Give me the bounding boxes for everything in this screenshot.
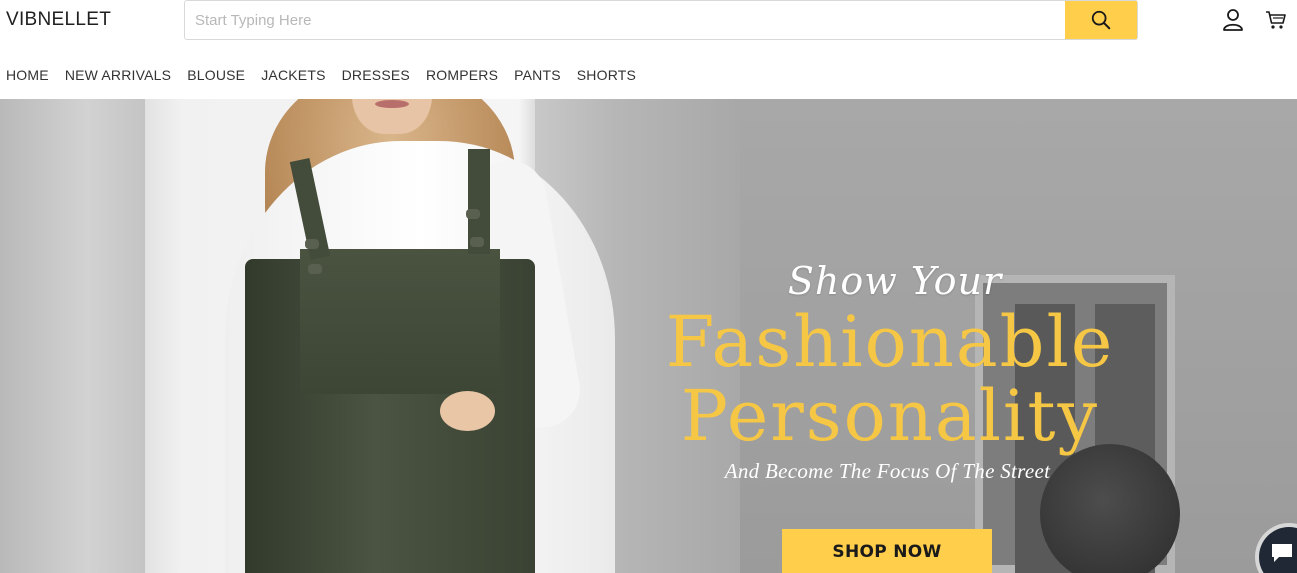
model-hand xyxy=(440,391,495,431)
search-input[interactable] xyxy=(185,1,1065,39)
cart-icon xyxy=(1266,11,1286,29)
hero-heading-line2: Personality xyxy=(680,375,1100,457)
overall-button xyxy=(466,209,480,219)
overall-button xyxy=(308,264,322,274)
site-header: VIBNELLET HOME NEW ARRIVALS BLOUSE JACKE… xyxy=(0,0,1297,99)
cart-button[interactable] xyxy=(1264,8,1288,32)
background-pillar xyxy=(0,99,145,573)
nav-item-blouse[interactable]: BLOUSE xyxy=(187,67,245,83)
shop-now-button[interactable]: SHOP NOW xyxy=(782,529,992,573)
nav-item-pants[interactable]: PANTS xyxy=(514,67,561,83)
site-logo[interactable]: VIBNELLET xyxy=(6,9,111,31)
hero-heading: Fashionable Personality xyxy=(640,305,1140,453)
model-lips xyxy=(375,100,409,108)
hero-banner[interactable]: Show Your Fashionable Personality And Be… xyxy=(0,99,1297,573)
hero-script-heading: Show Your xyxy=(787,259,1003,303)
nav-item-shorts[interactable]: SHORTS xyxy=(577,67,636,83)
overall-button xyxy=(470,237,484,247)
hero-tagline: And Become The Focus Of The Street xyxy=(724,459,1051,483)
nav-item-rompers[interactable]: ROMPERS xyxy=(426,67,498,83)
account-button[interactable] xyxy=(1221,8,1245,32)
overall-bib xyxy=(300,249,500,394)
overall-button xyxy=(305,239,319,249)
search-button[interactable] xyxy=(1065,1,1137,39)
nav-item-home[interactable]: HOME xyxy=(6,67,49,83)
nav-item-jackets[interactable]: JACKETS xyxy=(261,67,325,83)
nav-item-dresses[interactable]: DRESSES xyxy=(342,67,410,83)
main-nav: HOME NEW ARRIVALS BLOUSE JACKETS DRESSES… xyxy=(6,67,652,83)
user-icon xyxy=(1223,9,1243,31)
chat-icon xyxy=(1272,544,1292,562)
search-bar xyxy=(184,0,1138,40)
hero-heading-line1: Fashionable xyxy=(665,301,1115,383)
search-icon xyxy=(1091,10,1111,30)
nav-item-new-arrivals[interactable]: NEW ARRIVALS xyxy=(65,67,171,83)
